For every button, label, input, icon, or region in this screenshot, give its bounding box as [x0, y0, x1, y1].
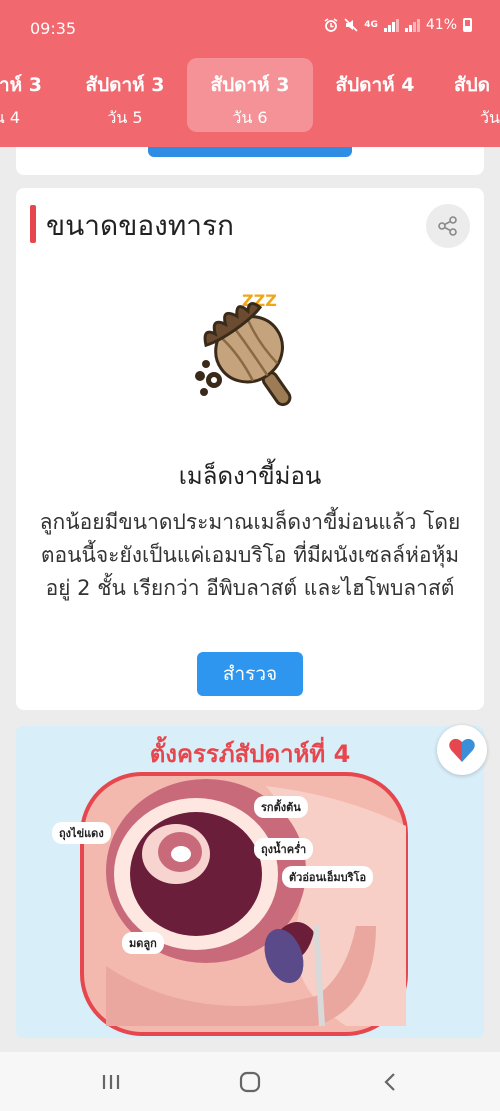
recent-apps-icon	[102, 1075, 120, 1089]
tab-week3-day5[interactable]: สัปดาห์ 3 วัน 5	[62, 58, 188, 132]
battery-icon	[463, 18, 472, 32]
back-button[interactable]	[370, 1066, 410, 1098]
network-label: 4G	[364, 20, 378, 30]
status-time: 09:35	[30, 19, 77, 38]
tab-week3-day6[interactable]: สัปดาห์ 3 วัน 6	[187, 58, 313, 132]
recent-apps-button[interactable]	[91, 1066, 131, 1098]
label-placenta: รกตั้งต้น	[254, 796, 308, 818]
card-title: ขนาดของทารก	[46, 209, 234, 242]
week-illustration-card[interactable]: ตั้งครรภ์สัปดาห์ที่ 4 รกตั้งต้น ถุงไข่แด…	[16, 726, 484, 1038]
status-icons: 4G 41%	[324, 17, 472, 33]
top-header: 09:35 4G 41% าห์ 3 น 4 สัปดาห์ 3 วัน 5 ส…	[0, 0, 500, 147]
share-button[interactable]	[426, 204, 470, 248]
battery-percent: 41%	[425, 17, 457, 33]
status-bar: 09:35 4G 41%	[0, 0, 500, 56]
label-embryo: ตัวอ่อนเอ็มบริโอ	[282, 866, 374, 888]
tab-week4[interactable]: สัปดาห์ 4	[312, 58, 438, 132]
tab-week3-day4[interactable]: าห์ 3 น 4	[0, 58, 58, 132]
previous-card	[16, 147, 484, 175]
item-description: ลูกน้อยมีขนาดประมาณเมล็ดงาขี้ม่อนแล้ว โด…	[39, 510, 461, 600]
signal-icon-2	[404, 18, 420, 32]
item-name: เมล็ดงาขี้ม่อน	[178, 462, 322, 490]
label-yolk-sac: ถุงไข่แดง	[52, 822, 111, 844]
mute-icon	[344, 18, 358, 32]
title-accent-bar	[30, 205, 36, 243]
week-day-tabs: าห์ 3 น 4 สัปดาห์ 3 วัน 5 สัปดาห์ 3 วัน …	[0, 58, 500, 132]
home-icon	[239, 1071, 261, 1093]
uterus-diagram	[80, 772, 408, 1036]
alarm-icon	[324, 18, 338, 32]
poppy-seed-illustration: ZZZ	[195, 291, 292, 407]
heart-icon	[449, 738, 475, 762]
share-icon	[438, 216, 457, 236]
system-nav-bar	[0, 1052, 500, 1111]
baby-size-card: ขนาดของทารก ZZZ เมล็ดงาขี้ม่อน ลูกน้อยมี…	[16, 188, 484, 710]
favorite-button[interactable]	[437, 725, 487, 775]
back-icon	[384, 1073, 395, 1091]
tab-next-partial[interactable]: สัปด วัน	[440, 58, 500, 132]
home-button[interactable]	[230, 1066, 270, 1098]
label-amniotic-sac: ถุงน้ำคร่ำ	[254, 838, 314, 860]
signal-icon	[383, 18, 399, 32]
previous-card-button[interactable]	[148, 147, 352, 157]
label-uterus: มดลูก	[122, 932, 164, 954]
explore-button[interactable]: สำรวจ	[197, 652, 303, 696]
